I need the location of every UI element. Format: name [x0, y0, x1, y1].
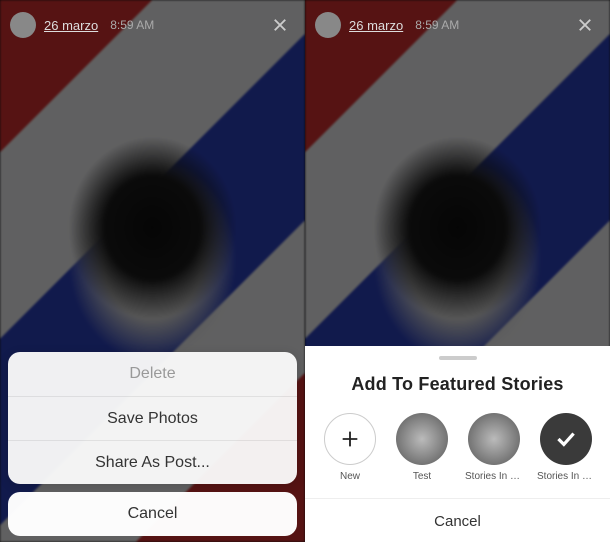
close-icon — [576, 16, 594, 34]
featured-label: New — [340, 471, 360, 482]
highlight-thumbnail[interactable] — [468, 413, 520, 465]
close-button[interactable] — [570, 10, 600, 40]
avatar[interactable] — [10, 12, 36, 38]
featured-items-row: New Test Stories In Evi... Stories In Ev… — [305, 413, 610, 488]
left-screenshot: 26 marzo 8:59 AM Delete Save Photos Shar… — [0, 0, 305, 542]
featured-label: Test — [413, 471, 431, 482]
close-icon — [271, 16, 289, 34]
featured-item-new[interactable]: New — [321, 413, 379, 482]
highlight-thumbnail[interactable] — [396, 413, 448, 465]
featured-label: Stories In Evi... History — [537, 471, 595, 482]
drag-handle[interactable] — [439, 356, 477, 360]
featured-item-stories[interactable]: Stories In Evi... — [465, 413, 523, 482]
story-header: 26 marzo 8:59 AM — [0, 0, 305, 50]
featured-item-history[interactable]: Stories In Evi... History — [537, 413, 595, 482]
highlight-thumbnail-selected[interactable] — [540, 413, 592, 465]
story-time: 8:59 AM — [415, 18, 459, 32]
cancel-button[interactable]: Cancel — [305, 498, 610, 542]
story-time: 8:59 AM — [110, 18, 154, 32]
plus-icon — [339, 428, 361, 450]
avatar[interactable] — [315, 12, 341, 38]
story-header: 26 marzo 8:59 AM — [305, 0, 610, 50]
story-date-link[interactable]: 26 marzo — [349, 18, 403, 33]
right-screenshot: 26 marzo 8:59 AM Add To Featured Stories… — [305, 0, 610, 542]
story-date-link[interactable]: 26 marzo — [44, 18, 98, 33]
close-button[interactable] — [265, 10, 295, 40]
check-icon — [553, 426, 579, 452]
panel-title: Add To Featured Stories — [305, 374, 610, 395]
cancel-button[interactable]: Cancel — [8, 492, 297, 536]
new-highlight-circle[interactable] — [324, 413, 376, 465]
save-photos-button[interactable]: Save Photos — [8, 396, 297, 440]
featured-item-test[interactable]: Test — [393, 413, 451, 482]
action-sheet: Delete Save Photos Share As Post... Canc… — [8, 352, 297, 536]
delete-button[interactable]: Delete — [8, 352, 297, 396]
share-as-post-button[interactable]: Share As Post... — [8, 440, 297, 484]
featured-label: Stories In Evi... — [465, 471, 523, 482]
featured-stories-panel: Add To Featured Stories New Test Stories… — [305, 346, 610, 542]
